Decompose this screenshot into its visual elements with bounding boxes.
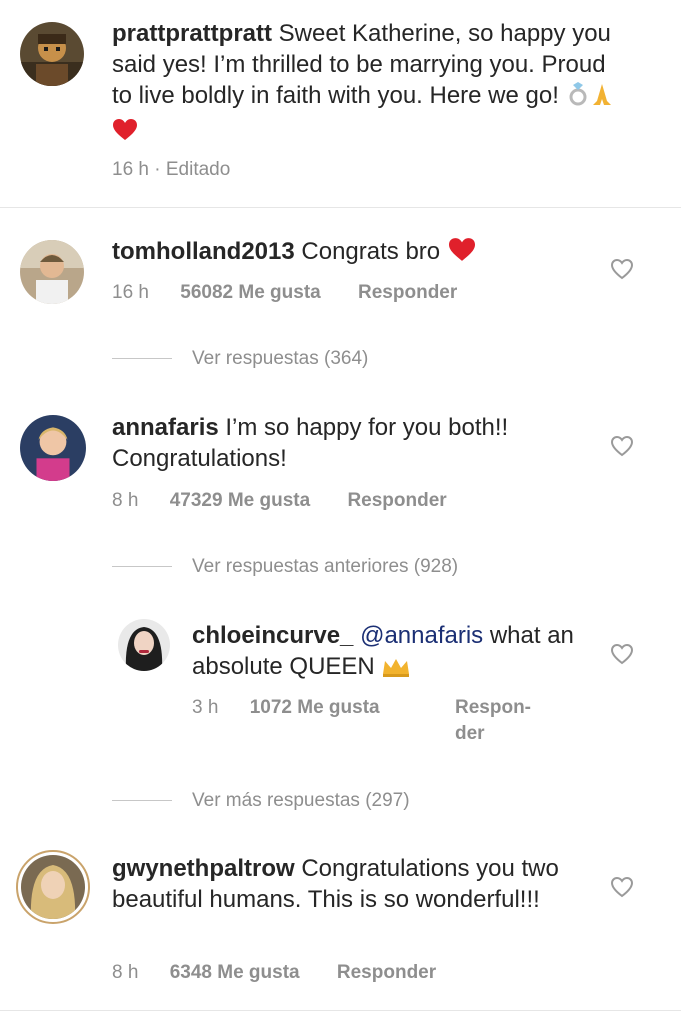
comment-time: 16 h: [112, 282, 149, 303]
comment-time: 8 h: [112, 962, 139, 983]
reply-button[interactable]: Respon- der: [455, 696, 531, 746]
ring-emoji: [566, 81, 590, 115]
avatar-story-ring[interactable]: [16, 850, 90, 924]
reply-button[interactable]: Responder: [337, 962, 436, 983]
post-caption: prattprattpratt Sweet Katherine, so happ…: [0, 0, 681, 207]
comment-username[interactable]: tomholland2013: [112, 238, 295, 265]
like-heart-icon[interactable]: [610, 435, 634, 457]
reply-time: 3 h: [192, 697, 219, 718]
comment-text: annafaris I’m so happy for you both!! Co…: [112, 412, 592, 474]
like-heart-icon[interactable]: [610, 643, 634, 665]
like-heart-icon[interactable]: [610, 258, 634, 280]
reply-username[interactable]: chloeincurve_: [192, 622, 353, 649]
bottom-divider: [0, 1010, 681, 1011]
folded-hands-emoji: [590, 81, 614, 115]
likes-count[interactable]: 47329 Me gusta: [170, 490, 310, 511]
likes-count[interactable]: 1072 Me gusta: [250, 697, 380, 718]
view-more-replies-button[interactable]: Ver más respuestas (297): [112, 789, 410, 813]
reply-button-line2: der: [455, 723, 485, 744]
caption-meta: 16 h · Editado: [112, 158, 230, 182]
caption-divider: [0, 207, 681, 208]
reply-button-line1: Respon-: [455, 697, 531, 718]
caption-text: prattprattpratt Sweet Katherine, so happ…: [112, 18, 632, 150]
view-replies-label: Ver respuestas (364): [192, 348, 369, 369]
replies-line: [112, 566, 172, 568]
comment-meta: 16 h 56082 Me gusta Responder: [112, 281, 457, 305]
comment-text: gwynethpaltrow Congratulations you two b…: [112, 853, 592, 915]
comment-text: tomholland2013 Congrats bro: [112, 236, 592, 271]
caption-username[interactable]: prattprattpratt: [112, 20, 272, 47]
red-heart-emoji: [447, 237, 477, 271]
reply-mention[interactable]: @annafaris: [360, 622, 483, 649]
view-replies-label: Ver respuestas anteriores (928): [192, 556, 459, 577]
like-heart-icon[interactable]: [610, 876, 634, 898]
comment-username[interactable]: gwynethpaltrow: [112, 855, 295, 882]
avatar[interactable]: [20, 415, 86, 481]
edited-label: · Editado: [154, 159, 231, 180]
replies-line: [112, 800, 172, 802]
comments-screen: prattprattpratt Sweet Katherine, so happ…: [0, 0, 681, 1024]
view-replies-button[interactable]: Ver respuestas (364): [112, 347, 368, 371]
likes-count[interactable]: 56082 Me gusta: [180, 282, 320, 303]
reply-button[interactable]: Responder: [358, 282, 457, 303]
avatar[interactable]: [20, 22, 84, 86]
comment-time: 8 h: [112, 490, 139, 511]
likes-count[interactable]: 6348 Me gusta: [170, 962, 300, 983]
comment-username[interactable]: annafaris: [112, 414, 219, 441]
comment-meta: 8 h 47329 Me gusta Responder: [112, 489, 447, 513]
red-heart-emoji: [112, 118, 138, 150]
comment-body: Congrats bro: [301, 238, 441, 265]
caption-time: 16 h: [112, 159, 149, 180]
reply-meta: 3 h 1072 Me gusta: [192, 696, 380, 720]
avatar[interactable]: [118, 619, 170, 671]
crown-emoji: [381, 655, 411, 686]
avatar[interactable]: [20, 240, 84, 304]
reply-button[interactable]: Responder: [347, 490, 446, 511]
view-replies-button[interactable]: Ver respuestas anteriores (928): [112, 555, 458, 579]
comment-meta: 8 h 6348 Me gusta Responder: [112, 961, 436, 985]
replies-line: [112, 358, 172, 360]
view-more-replies-label: Ver más respuestas (297): [192, 790, 410, 811]
reply-text: chloeincurve_ @annafaris what an absolut…: [192, 620, 592, 686]
